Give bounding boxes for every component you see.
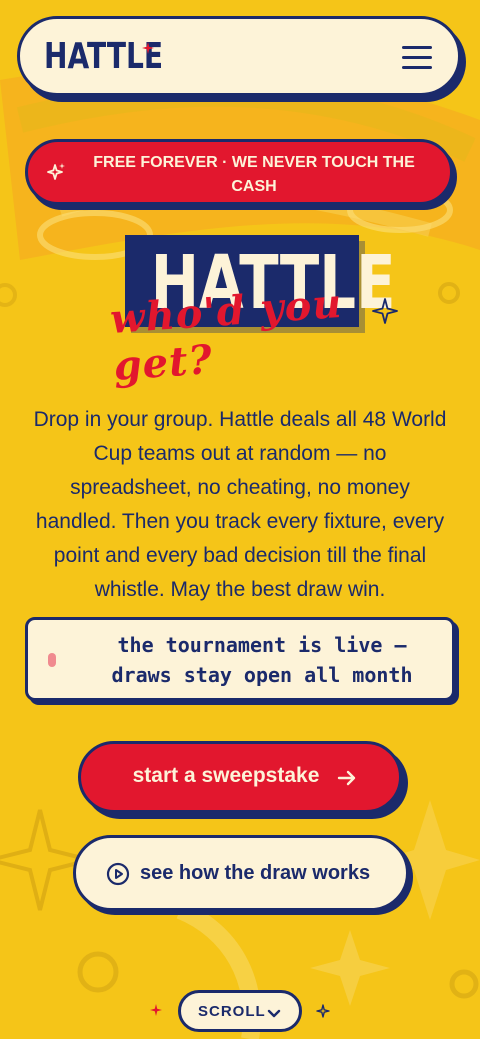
arrow-right-icon <box>337 770 356 786</box>
see-how-draw-works-button[interactable]: see how the draw works <box>73 835 409 911</box>
see-how-draw-works-label: see how the draw works <box>140 862 371 884</box>
chevron-down-icon <box>267 1009 281 1018</box>
play-circle-icon <box>106 862 130 886</box>
hero-tagline: who'd you get? <box>108 279 344 390</box>
live-indicator-icon <box>48 653 56 667</box>
sparkle-icon <box>372 298 398 324</box>
scroll-hint-button[interactable]: SCROLL <box>178 990 302 1032</box>
start-sweepstake-button[interactable]: start a sweepstake <box>78 741 402 813</box>
start-sweepstake-label: start a sweepstake <box>132 764 320 787</box>
live-status-notice: the tournament is live — draws stay open… <box>25 617 455 701</box>
sparkle-icon <box>316 1004 330 1018</box>
notice-line-2: draws stay open all month <box>111 663 413 687</box>
sparkle-icon <box>150 1004 162 1016</box>
intro-paragraph: Drop in your group. Hattle deals all 48 … <box>33 408 447 601</box>
hamburger-menu-icon[interactable] <box>402 46 432 70</box>
notice-text: the tournament is live — draws stay open… <box>82 630 442 690</box>
sparkle-icon <box>142 42 154 54</box>
site-header: HATTLE <box>17 16 461 96</box>
announcement-banner: FREE FOREVER · WE NEVER TOUCH THE CASH <box>25 139 453 205</box>
notice-line-1: the tournament is live — <box>117 633 407 657</box>
banner-text: FREE FOREVER · WE NEVER TOUCH THE CASH <box>93 154 415 195</box>
scroll-label: SCROLL <box>198 1003 266 1020</box>
sparkle-icon <box>47 163 65 180</box>
